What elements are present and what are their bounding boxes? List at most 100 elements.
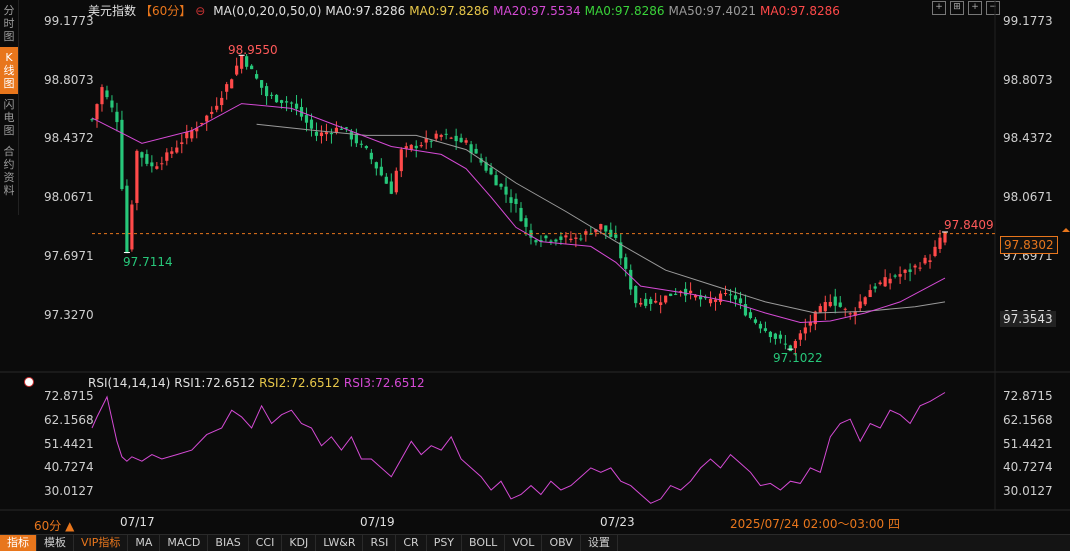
candle-body <box>758 323 763 329</box>
candle-body <box>828 301 832 307</box>
candle-body <box>624 257 628 269</box>
indicator-tab-3[interactable]: MA <box>128 535 161 551</box>
candle-body <box>669 293 673 296</box>
candle-body <box>504 186 508 195</box>
candle-body <box>255 74 259 79</box>
indicator-tab-14[interactable]: OBV <box>542 535 581 551</box>
candle-body <box>664 295 668 303</box>
candle-body <box>289 102 294 104</box>
indicator-tab-12[interactable]: BOLL <box>462 535 506 551</box>
candle-body <box>494 175 498 186</box>
candle-body <box>474 148 478 154</box>
rsi-tick-right-3: 40.7274 <box>1003 460 1053 475</box>
candle-body <box>155 166 159 169</box>
candle-body <box>768 331 773 338</box>
candle-body <box>793 341 797 349</box>
price-tick-left-2: 98.4372 <box>44 131 94 146</box>
date-label-2: 07/19 <box>360 515 395 529</box>
indicator-tab-6[interactable]: CCI <box>249 535 283 551</box>
candle-body <box>130 204 134 250</box>
candle-body <box>659 302 663 306</box>
candle-body <box>923 257 927 264</box>
candle-body <box>210 111 214 114</box>
candle-body <box>649 299 653 304</box>
candle-body <box>294 103 299 109</box>
candle-body <box>818 306 822 313</box>
indicator-tab-1[interactable]: 模板 <box>37 535 74 551</box>
price-tick-right-2: 98.4372 <box>1003 131 1053 146</box>
rsi-tick-left-0: 72.8715 <box>44 389 94 403</box>
candle-body <box>349 131 353 140</box>
indicator-tab-5[interactable]: BIAS <box>208 535 249 551</box>
candle-body <box>274 94 279 103</box>
candle-body <box>718 293 723 302</box>
indicator-tab-13[interactable]: VOL <box>505 535 543 551</box>
price-tick-left-4: 97.6971 <box>44 248 94 263</box>
candle-body <box>429 140 433 142</box>
indicator-tab-11[interactable]: PSY <box>427 535 463 551</box>
candle-body <box>554 239 558 242</box>
candle-body <box>604 225 608 232</box>
indicator-toolbar: 指标 模板 VIP指标 MA MACD BIAS CCI KDJ LW&R RSI CR PSY BOL… <box>0 534 1070 551</box>
candle-body <box>449 137 453 139</box>
ma50-line <box>256 123 946 314</box>
price-tick-left-0: 99.1773 <box>44 14 94 28</box>
candle-body <box>933 246 937 257</box>
indicator-tab-15[interactable]: 设置 <box>581 535 618 551</box>
low-annotation-2: 97.1022 <box>773 351 823 365</box>
candle-body <box>574 237 578 239</box>
candle-body <box>175 147 179 153</box>
candle-body <box>324 132 329 135</box>
candle-body <box>773 333 777 339</box>
date-label-1: 07/17 <box>120 515 155 529</box>
candle-body <box>205 115 209 122</box>
candle-body <box>534 240 538 243</box>
indicator-tab-4[interactable]: MACD <box>160 535 209 551</box>
indicator-tab-2[interactable]: VIP指标 <box>74 535 129 551</box>
candle-body <box>95 104 99 120</box>
ma-price-tag: 97.3543 <box>1000 311 1056 327</box>
candle-body <box>304 115 309 123</box>
candle-body <box>309 119 314 129</box>
indicator-tab-9[interactable]: RSI <box>363 535 397 551</box>
candle-body <box>878 282 882 285</box>
candle-body <box>160 163 164 165</box>
candle-body <box>614 234 618 238</box>
candle-body <box>374 162 378 169</box>
candle-body <box>319 132 324 137</box>
indicator-tab-10[interactable]: CR <box>396 535 427 551</box>
price-tick-right-1: 98.8073 <box>1003 72 1053 87</box>
rsi-tick-left-1: 62.1568 <box>44 412 94 427</box>
candle-body <box>354 134 358 144</box>
candle-body <box>569 238 573 241</box>
candle-body <box>753 319 758 323</box>
candle-body <box>629 269 633 290</box>
candle-body <box>220 97 224 106</box>
candle-body <box>579 238 583 240</box>
indicator-tab-7[interactable]: KDJ <box>282 535 317 551</box>
price-tick-left-5: 97.3270 <box>44 307 94 322</box>
candle-body <box>145 154 149 164</box>
rsi-tick-left-3: 40.7274 <box>44 460 94 475</box>
chart-canvas[interactable] <box>0 0 1070 550</box>
rsi-tick-right-1: 62.1568 <box>1003 412 1053 427</box>
candle-body <box>509 197 513 204</box>
price-tick-left-1: 98.8073 <box>44 72 94 87</box>
candle-body <box>150 162 154 167</box>
rsi-settings-icon[interactable] <box>24 377 34 387</box>
candle-body <box>105 90 109 98</box>
rsi-tick-right-2: 51.4421 <box>1003 436 1053 451</box>
candle-body <box>170 151 174 154</box>
candle-body <box>269 94 274 96</box>
candle-body <box>943 231 947 243</box>
indicator-tab-8[interactable]: LW&R <box>316 535 364 551</box>
candle-body <box>185 131 189 139</box>
candle-body <box>225 84 229 92</box>
candle-body <box>110 100 114 108</box>
indicator-tab-0[interactable]: 指标 <box>0 535 37 551</box>
candle-body <box>514 198 518 204</box>
candle-body <box>763 328 768 331</box>
period-indicator[interactable]: 60分 ▲ <box>34 517 74 534</box>
candle-body <box>369 152 373 160</box>
rsi-tick-left-2: 51.4421 <box>44 436 94 451</box>
